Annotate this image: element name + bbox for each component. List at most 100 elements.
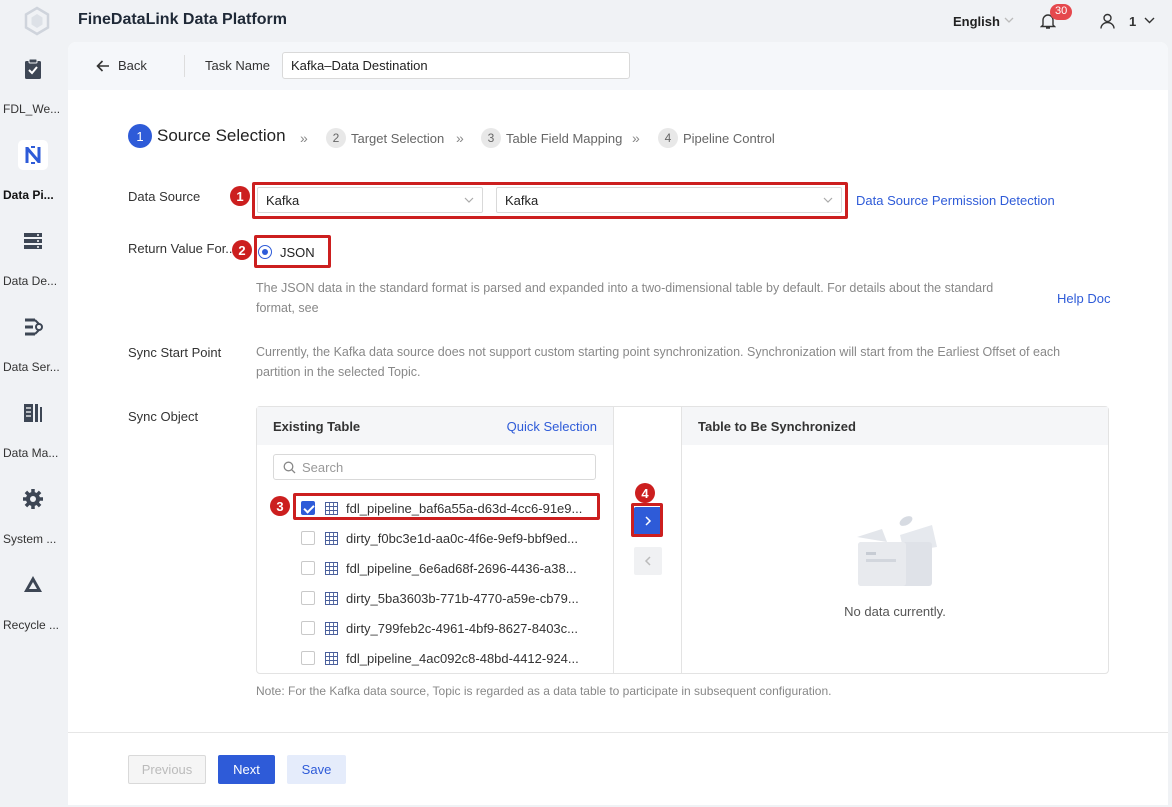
step-table-field-mapping: 3 Table Field Mapping [481, 128, 622, 148]
select-value: Kafka [505, 193, 539, 208]
save-button[interactable]: Save [287, 755, 346, 784]
data-source-type-select[interactable]: Kafka [257, 187, 483, 213]
chevron-down-icon [464, 197, 474, 203]
sidebar-item-label: System ... [3, 532, 57, 546]
step-number: 1 [128, 124, 152, 148]
list-item[interactable]: dirty_5ba3603b-771b-4770-a59e-cb79... [301, 588, 590, 608]
next-button[interactable]: Next [218, 755, 275, 784]
search-placeholder: Search [302, 460, 344, 475]
sidebar-item-fdl-workspace[interactable]: FDL_We... [0, 58, 68, 138]
json-description: The JSON data in the standard format is … [256, 281, 994, 315]
table-name: dirty_f0bc3e1d-aa0c-4f6e-9ef9-bbf9ed... [346, 530, 578, 546]
list-item[interactable]: dirty_f0bc3e1d-aa0c-4f6e-9ef9-bbf9ed... [301, 528, 590, 548]
highlight-box [293, 493, 600, 520]
sidebar-item-system[interactable]: System ... [0, 488, 68, 568]
chevron-left-icon [644, 556, 651, 566]
sidebar-item-label: Data Pi... [3, 188, 54, 202]
arrow-left-icon [96, 59, 109, 72]
sidebar: FDL_We... Data Pi... Data De... Data Ser… [0, 42, 68, 807]
step-pipeline-control: 4 Pipeline Control [658, 128, 775, 148]
step-target-selection: 2 Target Selection [326, 128, 444, 148]
empty-box-icon [857, 516, 937, 586]
user-menu-label[interactable]: 1 [1129, 14, 1136, 29]
quick-selection-link[interactable]: Quick Selection [507, 419, 597, 434]
help-doc-link[interactable]: Help Doc [1057, 291, 1110, 306]
data-source-label: Data Source [128, 189, 201, 204]
checkbox[interactable] [301, 621, 315, 635]
checkbox[interactable] [301, 531, 315, 545]
sidebar-item-data-management[interactable]: Data Ma... [0, 402, 68, 482]
app-title: FineDataLink Data Platform [78, 11, 287, 28]
table-icon [325, 621, 338, 635]
sidebar-item-label: FDL_We... [3, 102, 61, 116]
permission-detection-link[interactable]: Data Source Permission Detection [856, 193, 1055, 208]
annotation-marker-1: 1 [230, 186, 250, 206]
sync-start-description: Currently, the Kafka data source does no… [256, 345, 1061, 379]
double-chevron-icon: » [456, 130, 464, 146]
table-name: fdl_pipeline_6e6ad68f-2696-4436-a38... [346, 560, 577, 576]
table-icon [325, 561, 338, 575]
move-left-button[interactable] [634, 547, 662, 575]
logo-icon [24, 6, 50, 36]
json-radio[interactable] [258, 245, 272, 259]
checkbox[interactable] [301, 561, 315, 575]
step-label: Source Selection [157, 126, 286, 145]
list-item[interactable]: fdl_pipeline_6e6ad68f-2696-4436-a38... [301, 558, 590, 578]
step-source-selection: 1 Source Selection [128, 124, 286, 148]
table-name: fdl_pipeline_4ac092c8-48bd-4412-924... [346, 650, 579, 666]
transfer-controls [613, 407, 682, 673]
sidebar-item-recycle-bin[interactable]: Recycle ... [0, 574, 68, 654]
select-value: Kafka [266, 193, 300, 208]
gear-icon [23, 489, 43, 509]
main-panel: Back Task Name 1 Source Selection » 2 Ta… [68, 42, 1168, 805]
divider [184, 55, 185, 77]
step-label: Target Selection [351, 130, 445, 146]
table-search-input[interactable]: Search [273, 454, 596, 480]
sidebar-item-data-development[interactable]: Data De... [0, 230, 68, 310]
notification-badge: 30 [1050, 4, 1073, 20]
step-label: Table Field Mapping [506, 130, 623, 146]
chevron-down-icon[interactable] [1143, 14, 1156, 26]
target-table-title: Table to Be Synchronized [698, 419, 856, 434]
existing-table-title: Existing Table [273, 419, 361, 434]
table-icon [325, 651, 338, 665]
sidebar-item-label: Data Ser... [3, 360, 60, 374]
divider [68, 732, 1168, 733]
checkbox[interactable] [301, 591, 315, 605]
search-icon [283, 461, 296, 474]
target-table-panel: Table to Be Synchronized No data current… [682, 407, 1108, 673]
json-option-label: JSON [280, 245, 315, 260]
pipeline-icon [25, 146, 41, 164]
sync-start-label: Sync Start Point [128, 345, 222, 360]
data-service-icon [25, 318, 43, 336]
table-name: dirty_5ba3603b-771b-4770-a59e-cb79... [346, 590, 579, 606]
data-management-icon [24, 404, 42, 422]
task-name-input[interactable] [282, 52, 630, 79]
task-bar: Back Task Name [68, 42, 1168, 90]
sync-object-label: Sync Object [128, 409, 199, 424]
top-bar: FineDataLink Data Platform English 30 1 [0, 0, 1172, 42]
back-label: Back [118, 58, 147, 73]
list-item[interactable]: dirty_799feb2c-4961-4bf9-8627-8403c... [301, 618, 590, 638]
checkbox[interactable] [301, 651, 315, 665]
annotation-marker-3: 3 [270, 496, 290, 516]
kafka-note: Note: For the Kafka data source, Topic i… [256, 684, 832, 698]
step-number: 3 [481, 128, 501, 148]
data-source-name-select[interactable]: Kafka [496, 187, 842, 213]
existing-table-panel: Existing Table Quick Selection Search fd… [257, 407, 613, 673]
list-item[interactable]: fdl_pipeline_4ac092c8-48bd-4412-924... [301, 648, 590, 668]
annotation-marker-2: 2 [232, 240, 252, 260]
sidebar-item-data-service[interactable]: Data Ser... [0, 316, 68, 396]
user-icon[interactable] [1100, 13, 1115, 29]
server-icon [24, 233, 42, 249]
previous-button[interactable]: Previous [128, 755, 206, 784]
recycle-icon [24, 576, 42, 592]
chevron-down-icon[interactable] [1003, 14, 1015, 26]
double-chevron-icon: » [632, 130, 640, 146]
back-button[interactable]: Back [96, 58, 147, 73]
language-selector[interactable]: English [953, 14, 1000, 29]
clipboard-check-icon [25, 58, 41, 79]
chevron-down-icon [823, 197, 833, 203]
table-name: dirty_799feb2c-4961-4bf9-8627-8403c... [346, 620, 578, 636]
sidebar-item-data-pipeline[interactable]: Data Pi... [0, 140, 68, 224]
